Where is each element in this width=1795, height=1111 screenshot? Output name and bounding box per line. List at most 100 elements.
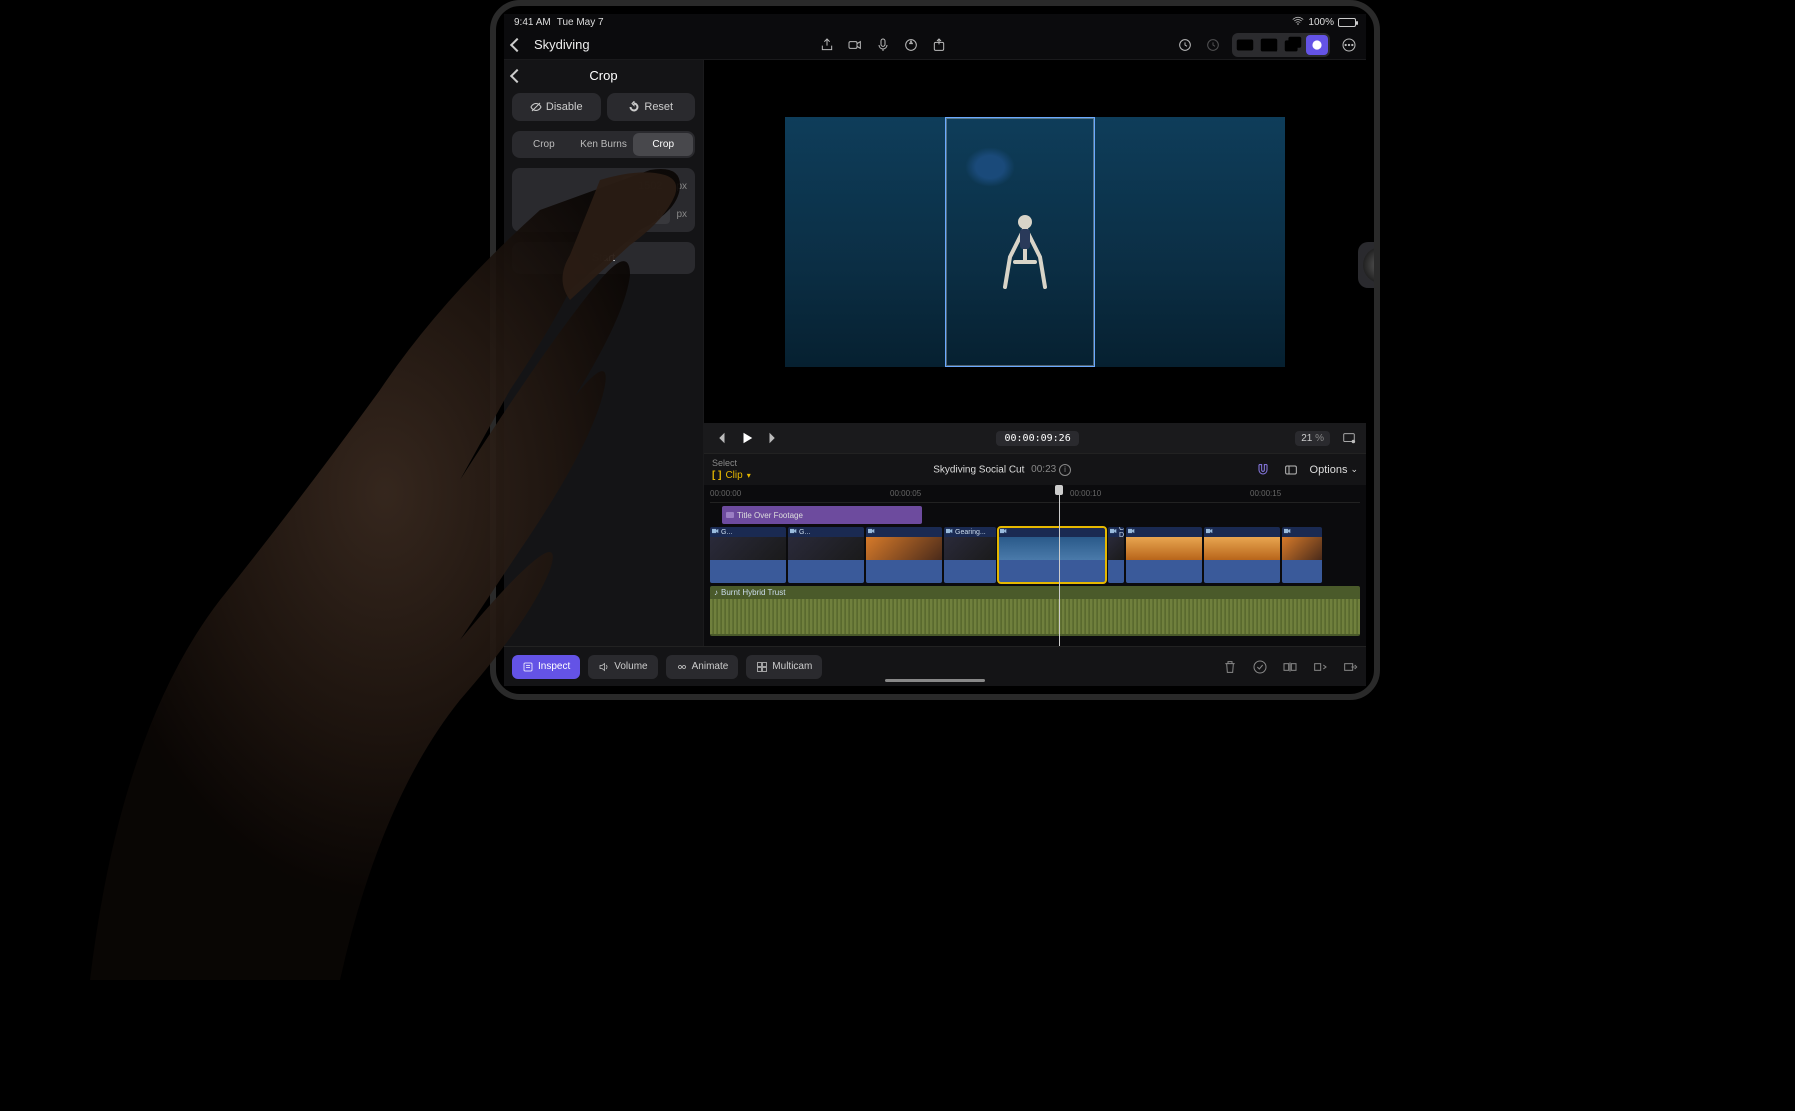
video-clip[interactable] <box>866 527 942 583</box>
view-mode-group <box>1232 33 1330 57</box>
prev-frame-icon[interactable] <box>714 431 728 445</box>
video-clip[interactable]: G... <box>710 527 786 583</box>
mic-icon[interactable] <box>874 36 892 54</box>
video-clip[interactable] <box>1282 527 1322 583</box>
preview-viewer[interactable] <box>704 60 1366 423</box>
clip-body <box>1204 560 1280 583</box>
zoom-value[interactable]: 21 % <box>1295 431 1330 446</box>
layers-icon[interactable] <box>1282 35 1304 55</box>
export-icon[interactable] <box>930 36 948 54</box>
inspector-toggle-icon[interactable] <box>1306 35 1328 55</box>
inspector-title: Crop <box>530 68 677 83</box>
dimension-fields: 1502 px 0 px <box>512 168 695 232</box>
animate-button[interactable]: Animate <box>666 655 739 679</box>
more-icon[interactable] <box>1340 36 1358 54</box>
inspect-label: Inspect <box>538 661 570 672</box>
inspector-header: Crop <box>512 68 695 83</box>
split-icon[interactable] <box>1282 659 1298 675</box>
animate-label: Animate <box>692 661 729 672</box>
captions-icon[interactable] <box>1234 35 1256 55</box>
disable-label: Disable <box>546 101 583 113</box>
photo-icon[interactable] <box>1258 35 1280 55</box>
video-clip[interactable] <box>1126 527 1202 583</box>
width-field: 1502 px <box>520 176 687 196</box>
jog-dial[interactable] <box>1358 242 1380 288</box>
overwrite-icon[interactable] <box>1342 659 1358 675</box>
clip-body <box>866 560 942 583</box>
height-field: 0 px <box>520 204 687 224</box>
playhead[interactable] <box>1059 485 1060 646</box>
chevron-down-icon: ⌄ <box>1350 464 1358 475</box>
clip-body <box>788 560 864 583</box>
insert-icon[interactable] <box>1312 659 1328 675</box>
video-clip[interactable]: Chutes Dep <box>1108 527 1124 583</box>
back-button[interactable] <box>510 37 524 51</box>
preview-frame <box>785 117 1285 367</box>
clip-body <box>1108 560 1124 583</box>
clip-body <box>998 560 1106 583</box>
start-button[interactable]: Start <box>512 242 695 274</box>
snap-icon[interactable] <box>1282 461 1300 479</box>
camera-icon <box>946 528 953 536</box>
clip-thumbnail <box>710 537 786 560</box>
history-icon[interactable] <box>1176 36 1194 54</box>
video-clip[interactable] <box>998 527 1106 583</box>
multicam-button[interactable]: Multicam <box>746 655 822 679</box>
disable-button[interactable]: Disable <box>512 93 601 121</box>
timecode-display[interactable]: 00:00:09:26 <box>996 431 1078 446</box>
trash-icon[interactable] <box>1222 659 1238 675</box>
timeline[interactable]: 00:00:00 00:00:05 00:00:10 00:00:15 Titl… <box>704 485 1366 646</box>
edit-icons-group <box>1222 659 1358 675</box>
audio-track[interactable]: ♪ Burnt Hybrid Trust <box>710 586 1360 636</box>
timeline-header: Select [ ] Clip ▾ Skydiving Social Cut 0… <box>704 453 1366 485</box>
clip-body <box>944 560 996 583</box>
video-clip[interactable]: Gearing... <box>944 527 996 583</box>
info-icon[interactable]: i <box>1059 464 1071 476</box>
music-icon: ♪ <box>714 588 718 597</box>
play-button[interactable] <box>740 431 754 445</box>
next-frame-icon[interactable] <box>766 431 780 445</box>
height-value[interactable]: 0 <box>622 204 670 224</box>
seg-ken-burns[interactable]: Ken Burns <box>574 133 634 156</box>
clip-body <box>1126 560 1202 583</box>
clip-body <box>710 560 786 583</box>
crop-mode-segment: Crop Ken Burns Crop <box>512 131 695 158</box>
video-clip[interactable]: G... <box>788 527 864 583</box>
title-track: Title Over Footage <box>710 506 1360 524</box>
status-date: Tue May 7 <box>557 17 604 28</box>
inspect-button[interactable]: Inspect <box>512 655 580 679</box>
ruler-mark: 00:00:10 <box>1070 489 1101 498</box>
main-area: Crop Disable Reset Crop Ken Burns <box>504 60 1366 646</box>
clip-label: G... <box>710 527 786 537</box>
reset-button[interactable]: Reset <box>607 93 696 121</box>
timeline-ruler[interactable]: 00:00:00 00:00:05 00:00:10 00:00:15 <box>710 489 1360 503</box>
volume-label: Volume <box>614 661 647 672</box>
volume-button[interactable]: Volume <box>588 655 657 679</box>
marker-icon[interactable] <box>902 36 920 54</box>
clip-thumbnail <box>1126 537 1202 560</box>
clip-label <box>998 527 1106 537</box>
toolbar-right-group <box>1176 33 1358 57</box>
home-indicator[interactable] <box>885 679 985 682</box>
title-clip[interactable]: Title Over Footage <box>722 506 922 524</box>
display-options-icon[interactable] <box>1342 431 1356 445</box>
checkmark-icon[interactable] <box>1252 659 1268 675</box>
clip-indicator[interactable]: [ ] Clip ▾ <box>712 470 751 481</box>
share-icon[interactable] <box>818 36 836 54</box>
inspector-panel: Crop Disable Reset Crop Ken Burns <box>504 60 704 646</box>
clip-label: Clip <box>725 470 742 481</box>
seg-crop[interactable]: Crop <box>514 133 574 156</box>
video-clip[interactable] <box>1204 527 1280 583</box>
redo-icon[interactable] <box>1204 36 1222 54</box>
seg-crop-active[interactable]: Crop <box>633 133 693 156</box>
magnetic-icon[interactable] <box>1254 461 1272 479</box>
clip-label: Gearing... <box>944 527 996 537</box>
ruler-mark: 00:00:05 <box>890 489 921 498</box>
title-clip-label: Title Over Footage <box>737 511 803 520</box>
options-button[interactable]: Options ⌄ <box>1310 464 1358 476</box>
width-value[interactable]: 1502 <box>622 176 670 196</box>
camera-icon[interactable] <box>846 36 864 54</box>
project-title: Skydiving <box>534 37 590 52</box>
inspector-back-button[interactable] <box>510 68 524 82</box>
clip-label <box>1282 527 1322 537</box>
